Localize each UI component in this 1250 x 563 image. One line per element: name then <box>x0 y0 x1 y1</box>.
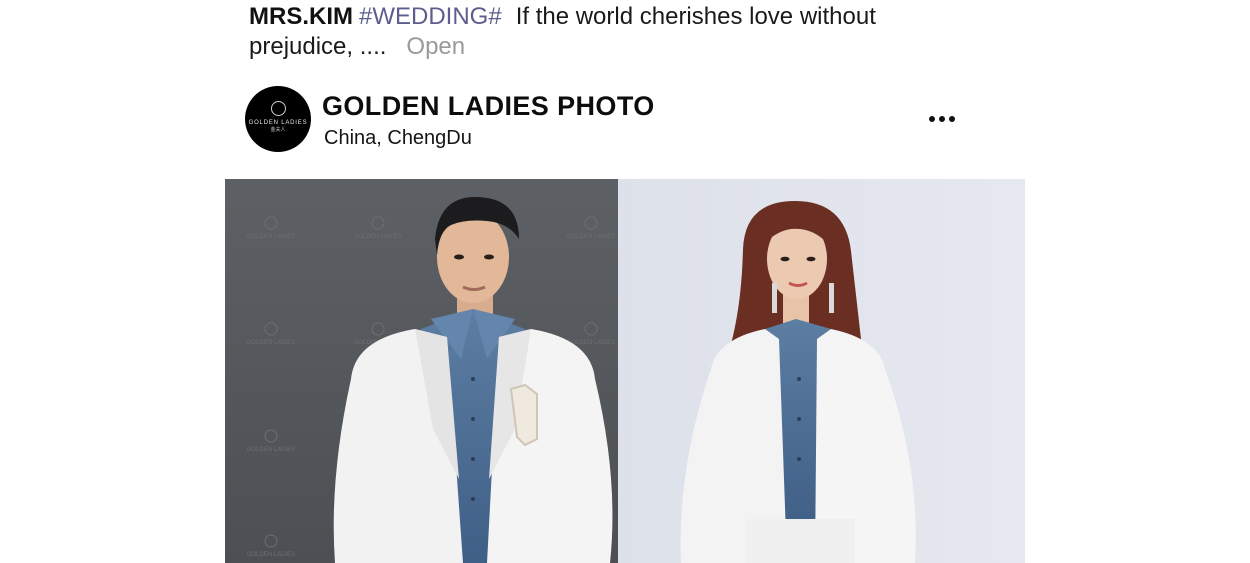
svg-text:GOLDEN LADIES: GOLDEN LADIES <box>247 340 295 346</box>
more-dot-icon <box>929 116 935 122</box>
brand-logo-icon <box>270 100 286 116</box>
post-photo[interactable]: GOLDEN LADIES GOLDEN LADIES GOLDEN LADIE… <box>225 179 1025 563</box>
post-author[interactable]: MRS.KIM <box>249 3 353 30</box>
svg-text:GOLDEN LADIES: GOLDEN LADIES <box>247 552 295 558</box>
svg-text:GOLDEN LADIES: GOLDEN LADIES <box>354 234 402 240</box>
post-page: MRS.KIM #WEDDING# If the world cherishes l… <box>0 0 1250 563</box>
open-link[interactable]: Open <box>406 33 465 60</box>
more-options-button[interactable] <box>924 108 960 130</box>
avatar-brand-cn: 金夫人 <box>270 126 286 133</box>
profile-name[interactable]: GOLDEN LADIES PHOTO <box>322 90 655 122</box>
avatar[interactable]: GOLDEN LADIES 金夫人 <box>245 86 311 152</box>
post-caption: MRS.KIM #WEDDING# If the world cherishes l… <box>249 2 949 62</box>
post-hashtag[interactable]: #WEDDING# <box>359 3 502 30</box>
svg-text:GOLDEN LADIES: GOLDEN LADIES <box>567 234 615 240</box>
more-dot-icon <box>949 116 955 122</box>
svg-text:GOLDEN LADIES: GOLDEN LADIES <box>247 234 295 240</box>
avatar-brand: GOLDEN LADIES <box>248 119 308 126</box>
profile-location[interactable]: China, ChengDu <box>324 125 472 151</box>
svg-text:GOLDEN LADIES: GOLDEN LADIES <box>247 447 295 453</box>
more-dot-icon <box>939 116 945 122</box>
